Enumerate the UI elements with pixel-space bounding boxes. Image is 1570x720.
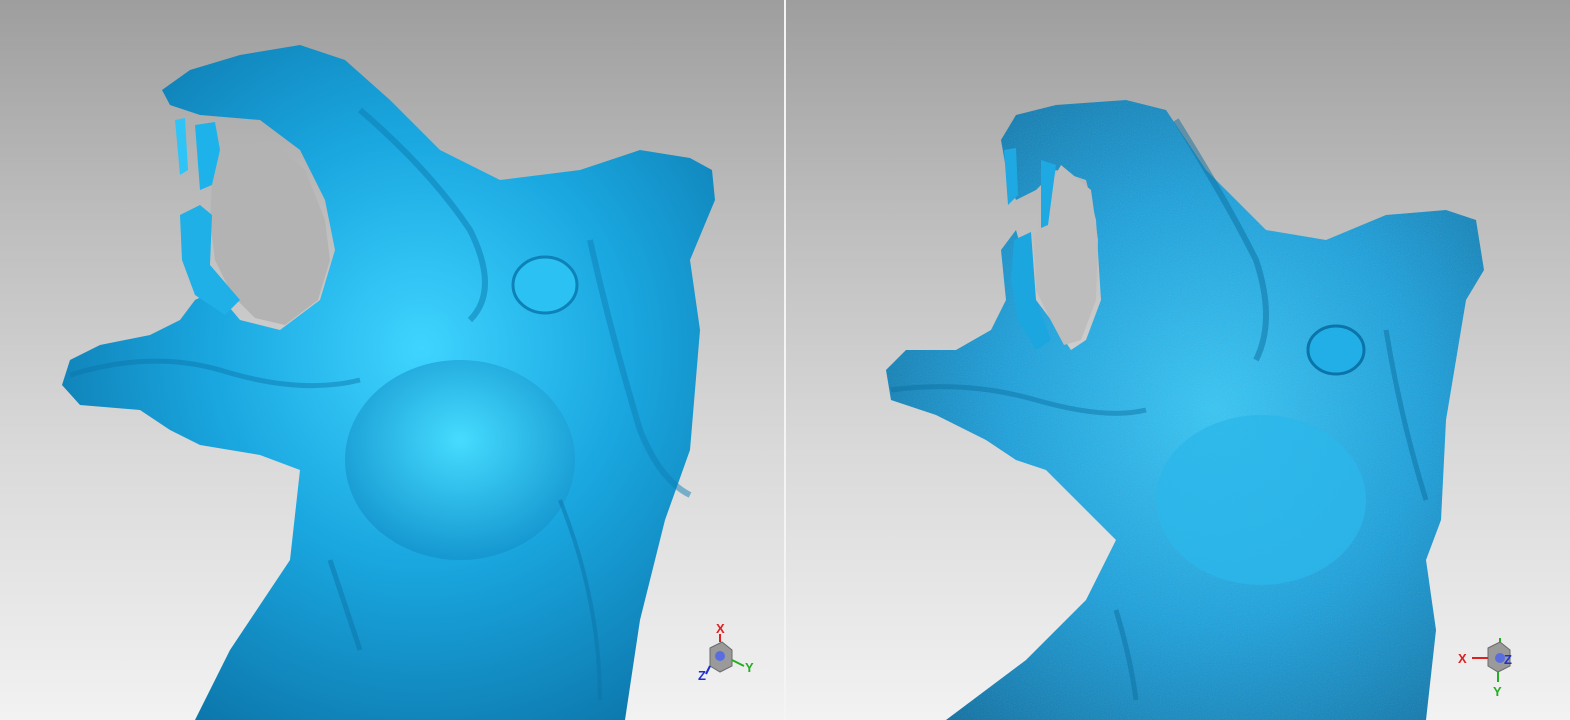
viewport-right[interactable]: X Y Z [786, 0, 1570, 720]
mesh-raw-body-group [886, 100, 1484, 720]
mesh-raw[interactable] [786, 0, 1570, 720]
cheek-bulge [345, 360, 575, 560]
cheek-bulge-raw [1156, 415, 1366, 585]
axis-z-label: Z [1504, 652, 1512, 667]
upper-fang-raw-1 [1004, 148, 1018, 205]
eye [511, 255, 579, 315]
y-axis-arrow-icon [731, 659, 745, 667]
axis-y-label: Y [1493, 684, 1502, 699]
axis-triad-left[interactable]: X Y Z [692, 620, 782, 700]
mesh-smooth[interactable] [0, 0, 784, 720]
axis-y-label: Y [745, 660, 754, 675]
z-axis-arrow-icon [705, 665, 711, 675]
viewport-left[interactable]: X Y Z [0, 0, 784, 720]
axis-z-label: Z [698, 668, 706, 683]
axis-x-label: X [716, 621, 725, 636]
upper-fang-1 [175, 118, 188, 175]
eye-raw [1306, 324, 1366, 376]
axis-triad-right[interactable]: X Y Z [1452, 630, 1542, 710]
z-axis-dot-icon [715, 651, 725, 661]
viewport-container: X Y Z X Y Z [0, 0, 1570, 720]
axis-x-label: X [1458, 651, 1467, 666]
mesh-raw-texture [886, 100, 1484, 720]
